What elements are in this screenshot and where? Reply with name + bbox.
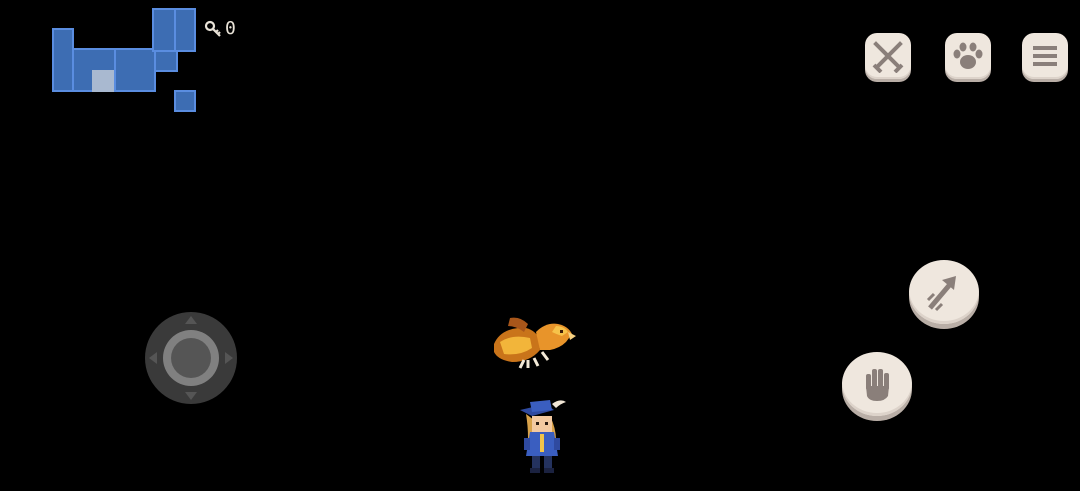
minimap-room [52, 28, 74, 92]
minimap-room [114, 48, 156, 92]
game-screen: 0 [0, 0, 1080, 491]
eagle-sprite [494, 317, 576, 369]
hamburger-menu-icon [1033, 46, 1057, 66]
interact-button[interactable] [842, 352, 912, 416]
witch-sprite [520, 400, 566, 473]
minimap-room [152, 8, 176, 52]
hand-icon [866, 369, 889, 401]
menu-button[interactable] [1022, 33, 1068, 79]
minimap-current-room [92, 70, 114, 92]
skills-button[interactable] [865, 33, 911, 79]
crossed-swords-icon [872, 41, 904, 73]
paw-icon [953, 42, 983, 69]
virtual-joystick[interactable] [143, 310, 239, 406]
key-count: 0 [225, 18, 236, 39]
minimap-room [174, 8, 196, 52]
key-counter: 0 [204, 18, 236, 39]
key-icon [204, 20, 222, 38]
minimap [50, 8, 200, 116]
dash-arrow-icon [926, 276, 956, 312]
minimap-room [174, 90, 196, 112]
dash-button[interactable] [909, 260, 979, 324]
pet-button[interactable] [945, 33, 991, 79]
